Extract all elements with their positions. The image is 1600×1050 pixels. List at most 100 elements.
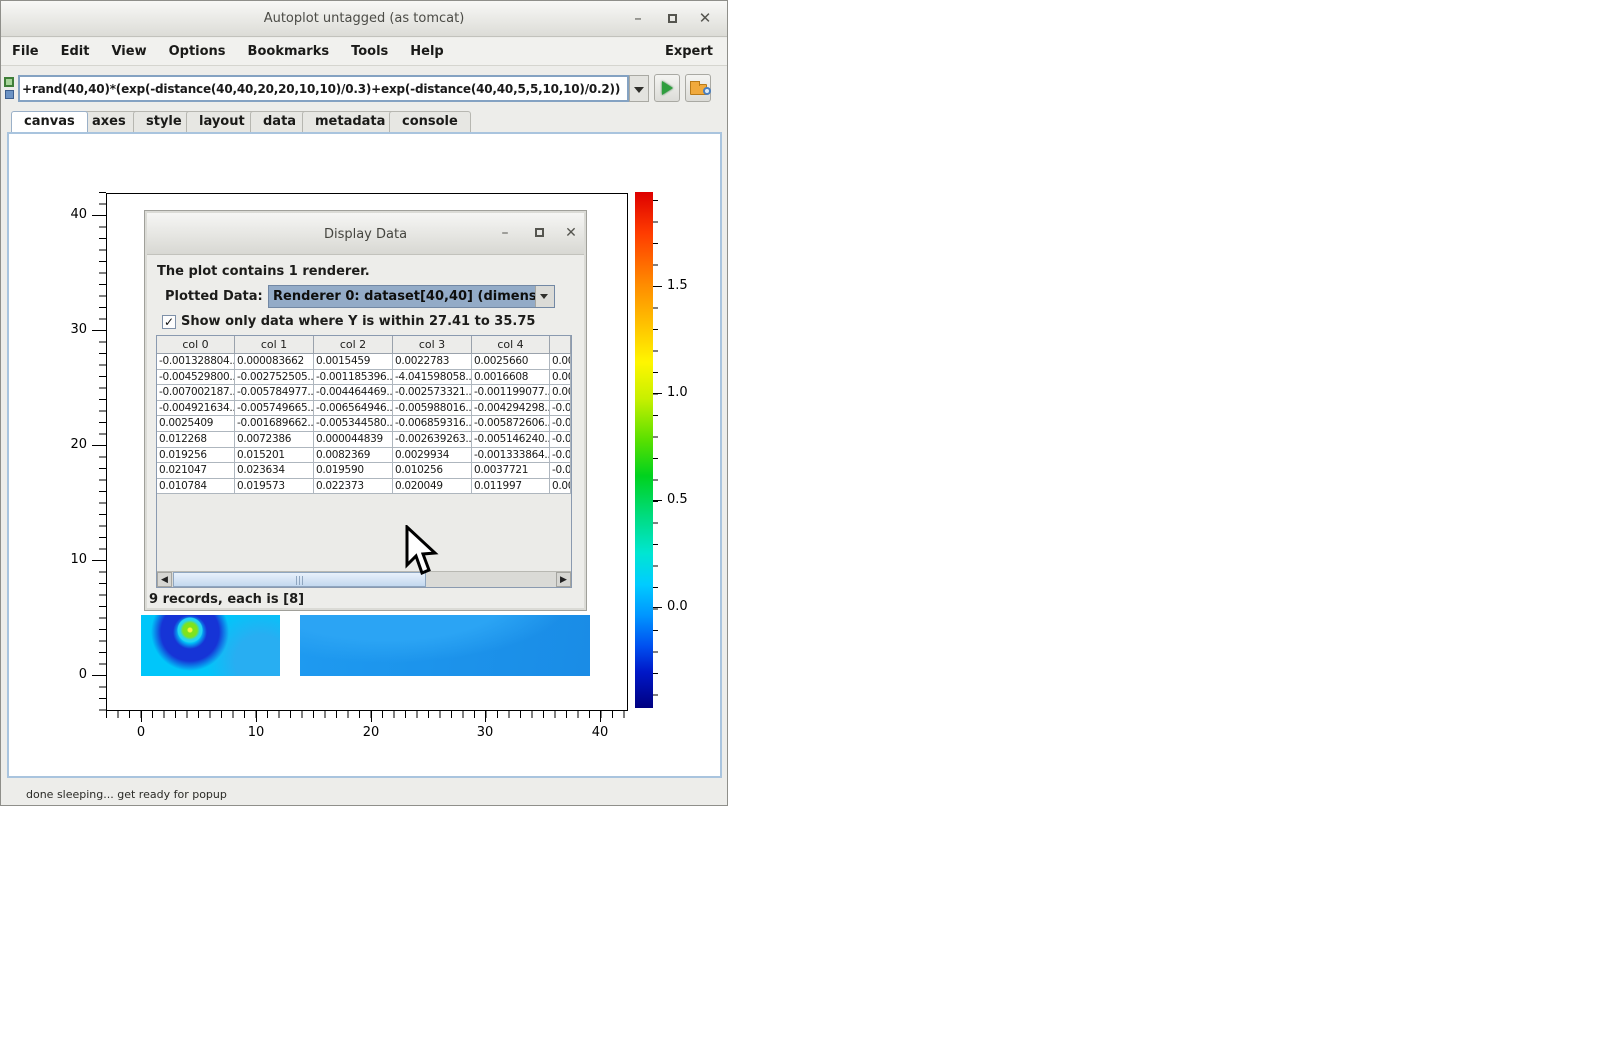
tab-layout[interactable]: layout [186,111,258,132]
go-button[interactable] [654,74,680,102]
tab-axes[interactable]: axes [79,111,139,132]
table-cell[interactable]: -0.005749665... [235,401,314,416]
table-cell[interactable]: -0.0 [550,432,571,447]
table-cell[interactable]: -0.006859316... [393,416,472,431]
menu-tools[interactable]: Tools [340,44,399,59]
table-cell[interactable]: -0.004529800... [157,370,235,385]
close-button[interactable]: ✕ [693,7,717,31]
table-cell[interactable]: 0.0022783 [393,354,472,369]
table-cell[interactable]: 0.021047 [157,463,235,478]
table-cell[interactable]: 0.00 [550,354,571,369]
menu-view[interactable]: View [100,44,157,59]
heatmap-region-right[interactable] [300,615,590,676]
table-cell[interactable]: 0.00 [550,385,571,400]
menu-options[interactable]: Options [158,44,237,59]
table-column-header[interactable]: col 1 [235,336,314,353]
plotted-data-combobox[interactable]: Renderer 0: dataset[40,40] (dimension... [268,285,555,308]
uri-dropdown-button[interactable] [629,75,649,102]
table-cell[interactable]: -0.001185396... [314,370,393,385]
table-cell[interactable]: 0.010256 [393,463,472,478]
table-cell[interactable]: 0.020049 [393,479,472,494]
menu-bookmarks[interactable]: Bookmarks [237,44,341,59]
menu-file[interactable]: File [1,44,50,59]
table-cell[interactable]: 0.0072386 [235,432,314,447]
window-titlebar[interactable]: Autoplot untagged (as tomcat) – ✕ [1,1,727,37]
table-cell[interactable]: -0.004294298... [472,401,550,416]
dialog-close-button[interactable]: ✕ [559,222,583,246]
table-cell[interactable]: -0.0 [550,463,571,478]
table-cell[interactable]: 0.0016608 [472,370,550,385]
table-row[interactable]: -0.004529800...-0.002752505...-0.0011853… [157,370,571,386]
table-cell[interactable]: -0.001333864... [472,448,550,463]
tab-console[interactable]: console [389,111,471,132]
table-cell[interactable]: -0.005784977... [235,385,314,400]
table-cell[interactable]: -0.004921634... [157,401,235,416]
table-cell[interactable]: -0.001689662... [235,416,314,431]
table-row[interactable]: 0.0107840.0195730.0223730.0200490.011997… [157,479,571,495]
table-cell[interactable]: -0.005988016... [393,401,472,416]
table-cell[interactable]: 0.015201 [235,448,314,463]
table-cell[interactable]: -0.007002187... [157,385,235,400]
table-cell[interactable]: 0.0037721 [472,463,550,478]
tab-canvas[interactable]: canvas [11,111,88,132]
table-cell[interactable]: 0.019573 [235,479,314,494]
table-column-header[interactable]: col 3 [393,336,472,353]
scrollbar-thumb[interactable] [173,572,426,587]
dialog-titlebar[interactable]: Display Data – ✕ [147,213,584,255]
table-column-header[interactable]: col 4 [472,336,550,353]
data-table-scrollpane[interactable]: col 0col 1col 2col 3col 4 -0.001328804..… [156,335,572,588]
table-cell[interactable]: -0.002639263... [393,432,472,447]
tab-metadata[interactable]: metadata [302,111,398,132]
table-cell[interactable]: -0.005344580... [314,416,393,431]
table-cell[interactable]: 0.0025660 [472,354,550,369]
table-cell[interactable]: -0.002752505... [235,370,314,385]
table-row[interactable]: -0.007002187...-0.005784977...-0.0044644… [157,385,571,401]
filter-checkbox[interactable]: ✓ [162,315,176,329]
table-cell[interactable]: 0.00 [550,479,571,494]
table-cell[interactable]: -0.005146240... [472,432,550,447]
table-cell[interactable]: -0.005872606... [472,416,550,431]
table-column-header[interactable]: col 0 [157,336,235,353]
table-cell[interactable]: 0.0015459 [314,354,393,369]
minimize-button[interactable]: – [626,7,650,31]
table-cell[interactable]: 0.00 [550,370,571,385]
expert-mode-label[interactable]: Expert [665,44,727,59]
table-cell[interactable]: 0.011997 [472,479,550,494]
table-row[interactable]: 0.0210470.0236340.0195900.0102560.003772… [157,463,571,479]
scroll-right-button[interactable]: ▶ [556,572,571,587]
table-cell[interactable]: -0.0 [550,416,571,431]
table-cell[interactable]: 0.0082369 [314,448,393,463]
combobox-arrow-button[interactable] [535,286,554,307]
table-cell[interactable]: 0.019256 [157,448,235,463]
tab-data[interactable]: data [250,111,309,132]
table-cell[interactable]: -0.002573321... [393,385,472,400]
table-column-header[interactable] [550,336,571,353]
table-cell[interactable]: 0.000044839 [314,432,393,447]
table-cell[interactable]: -0.0 [550,448,571,463]
table-cell[interactable]: 0.019590 [314,463,393,478]
colorbar[interactable] [635,192,653,708]
horizontal-scrollbar[interactable]: ◀ ▶ [157,571,571,587]
table-cell[interactable]: 0.0025409 [157,416,235,431]
dialog-minimize-button[interactable]: – [493,222,517,246]
table-cell[interactable]: 0.000083662 [235,354,314,369]
table-cell[interactable]: -0.0 [550,401,571,416]
table-row[interactable]: 0.0122680.00723860.000044839-0.002639263… [157,432,571,448]
menu-help[interactable]: Help [399,44,454,59]
inspect-uri-button[interactable] [685,74,711,102]
table-cell[interactable]: -0.006564946... [314,401,393,416]
table-cell[interactable]: -0.001199077... [472,385,550,400]
table-row[interactable]: 0.0025409-0.001689662...-0.005344580...-… [157,416,571,432]
table-row[interactable]: 0.0192560.0152010.00823690.0029934-0.001… [157,448,571,464]
table-cell[interactable]: -0.001328804... [157,354,235,369]
table-cell[interactable]: -4.041598058... [393,370,472,385]
table-column-header[interactable]: col 2 [314,336,393,353]
table-cell[interactable]: -0.004464469... [314,385,393,400]
table-cell[interactable]: 0.0029934 [393,448,472,463]
menu-edit[interactable]: Edit [50,44,101,59]
table-cell[interactable]: 0.022373 [314,479,393,494]
table-row[interactable]: -0.001328804...0.0000836620.00154590.002… [157,354,571,370]
heatmap-region-left[interactable] [141,615,280,676]
uri-input[interactable] [18,75,629,102]
maximize-button[interactable] [660,7,684,31]
